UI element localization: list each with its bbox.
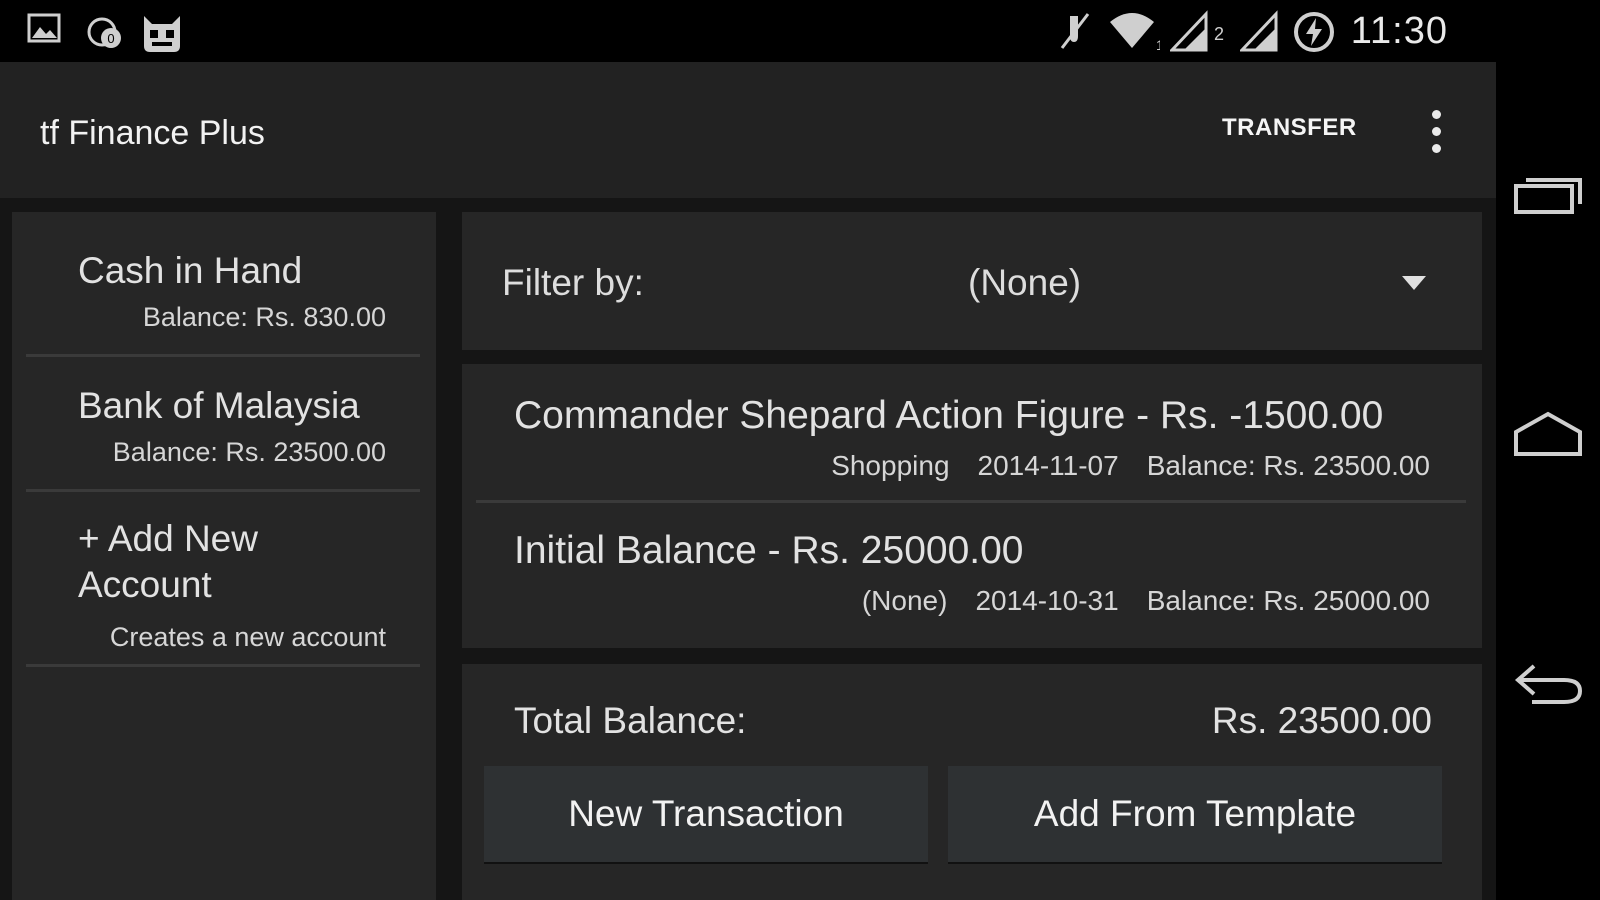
account-balance: Balance: Rs. 830.00: [142, 302, 386, 332]
transaction-date: 2014-10-31: [975, 585, 1119, 616]
content-area: Cash in Hand Balance: Rs. 830.00 Bank of…: [0, 198, 1496, 900]
accounts-sidebar: Cash in Hand Balance: Rs. 830.00 Bank of…: [12, 212, 436, 900]
transactions-list: Commander Shepard Action Figure - Rs. -1…: [462, 364, 1482, 648]
filter-spinner[interactable]: Filter by: (None): [462, 212, 1482, 350]
wifi-icon: 1: [1108, 10, 1160, 52]
mute-icon: [1056, 10, 1094, 52]
recent-apps-icon[interactable]: [1510, 164, 1586, 224]
total-balance-value: Rs. 23500.00: [1211, 700, 1432, 741]
add-account-label-line1: + Add New: [78, 518, 258, 559]
new-transaction-button[interactable]: New Transaction: [484, 766, 928, 862]
add-account-subtitle: Creates a new account: [109, 622, 386, 652]
app-title: tf Finance Plus: [40, 114, 265, 152]
add-from-template-button[interactable]: Add From Template: [948, 766, 1442, 862]
transaction-date: 2014-11-07: [977, 450, 1119, 481]
filter-value: (None): [968, 262, 1082, 303]
transaction-title: Commander Shepard Action Figure - Rs. -1…: [514, 394, 1384, 437]
svg-text:0: 0: [107, 31, 114, 46]
sim2-badge: 2: [1214, 24, 1225, 44]
signal-sim2-icon: [1240, 10, 1280, 52]
clock: 11:30: [1350, 10, 1448, 52]
sync-badge-icon: 0: [84, 10, 126, 52]
account-item-cash-in-hand[interactable]: Cash in Hand Balance: Rs. 830.00: [26, 212, 420, 357]
home-icon[interactable]: [1510, 404, 1586, 464]
image-icon: [26, 10, 62, 46]
add-account-label-line2: Account: [78, 564, 212, 605]
transaction-balance: Balance: Rs. 23500.00: [1146, 450, 1430, 481]
total-balance-label: Total Balance:: [514, 700, 747, 741]
transfer-button[interactable]: TRANSFER: [1212, 106, 1367, 150]
transaction-title: Initial Balance - Rs. 25000.00: [514, 529, 1024, 572]
account-item-bank-of-malaysia[interactable]: Bank of Malaysia Balance: Rs. 23500.00: [26, 357, 420, 492]
back-icon[interactable]: [1510, 654, 1586, 714]
overflow-menu-icon[interactable]: [1418, 98, 1454, 164]
transaction-meta: (None) 2014-10-31 Balance: Rs. 25000.00: [834, 585, 1430, 617]
battery-charging-icon: [1292, 10, 1336, 54]
svg-text:1: 1: [1156, 37, 1160, 52]
filter-label: Filter by:: [502, 262, 644, 303]
navigation-bar: [1496, 62, 1600, 900]
account-balance: Balance: Rs. 23500.00: [112, 437, 386, 467]
transaction-category: (None): [861, 585, 948, 616]
totals-panel: Total Balance: Rs. 23500.00 New Transact…: [462, 664, 1482, 900]
account-name: Cash in Hand: [78, 250, 303, 291]
add-account-item[interactable]: + Add New Account Creates a new account: [26, 492, 420, 667]
signal-sim1-icon: [1170, 10, 1210, 52]
dropdown-caret-icon: [1402, 276, 1426, 290]
action-bar: tf Finance Plus TRANSFER: [0, 62, 1496, 198]
transaction-item[interactable]: Initial Balance - Rs. 25000.00 (None) 201…: [476, 503, 1466, 637]
account-name: Bank of Malaysia: [78, 385, 360, 426]
status-bar: 0 1 2 11:30: [0, 0, 1600, 62]
transaction-item[interactable]: Commander Shepard Action Figure - Rs. -1…: [476, 364, 1466, 500]
transaction-balance: Balance: Rs. 25000.00: [1146, 585, 1430, 616]
transaction-meta: Shopping 2014-11-07 Balance: Rs. 23500.00: [803, 450, 1430, 482]
cyanogen-mascot-icon: [138, 10, 186, 54]
transaction-category: Shopping: [831, 450, 950, 481]
